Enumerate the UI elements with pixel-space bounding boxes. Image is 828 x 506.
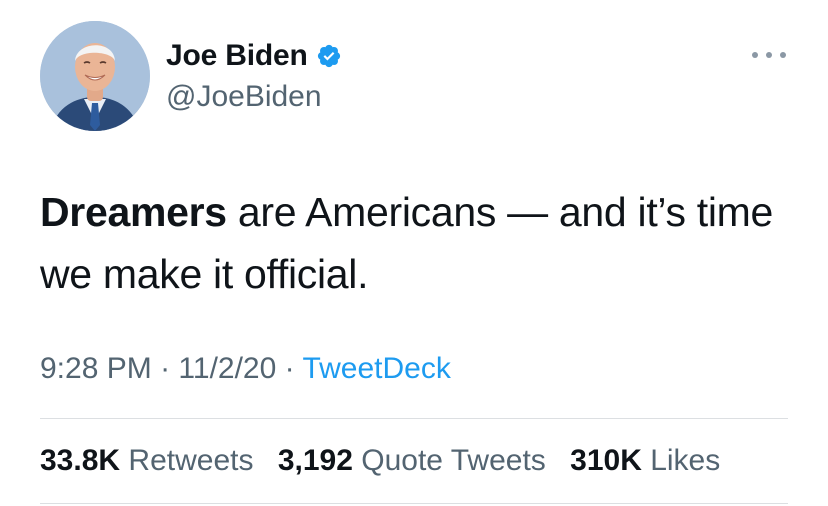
likes-stat[interactable]: 310K Likes: [570, 444, 720, 477]
likes-label: Likes: [650, 444, 721, 477]
divider: [40, 418, 788, 419]
tweet-source-link[interactable]: TweetDeck: [302, 352, 450, 385]
retweets-count: 33.8K: [40, 444, 121, 477]
verified-badge-icon: [317, 44, 340, 68]
tweet-text: Dreamers are Americans — and it’s time w…: [40, 181, 800, 305]
tweet-card: Joe Biden @JoeBiden Dreamers are America…: [0, 0, 828, 506]
divider: [40, 503, 788, 504]
more-dot: [766, 52, 772, 58]
user-handle[interactable]: @JoeBiden: [166, 80, 322, 114]
name-row: Joe Biden: [166, 36, 342, 76]
likes-count: 310K: [570, 444, 642, 477]
quote-tweets-label: Quote Tweets: [361, 444, 546, 477]
tweet-time[interactable]: 9:28 PM: [40, 352, 152, 385]
avatar[interactable]: [40, 21, 150, 131]
avatar-portrait: [40, 21, 150, 131]
tweet-meta: 9:28 PM · 11/2/20 · TweetDeck: [40, 352, 451, 386]
more-dot: [780, 52, 786, 58]
tweet-date[interactable]: 11/2/20: [178, 352, 276, 385]
display-name[interactable]: Joe Biden: [166, 39, 308, 73]
more-options-icon[interactable]: [752, 48, 786, 62]
quote-tweets-count: 3,192: [277, 444, 353, 477]
tweet-stats: 33.8K Retweets 3,192 Quote Tweets 310K L…: [40, 444, 736, 478]
retweets-stat[interactable]: 33.8K Retweets: [40, 444, 253, 477]
retweets-label: Retweets: [128, 444, 254, 477]
quote-tweets-stat[interactable]: 3,192 Quote Tweets: [278, 444, 546, 477]
meta-separator: ·: [284, 352, 295, 385]
more-dot: [752, 52, 758, 58]
tweet-text-bold: Dreamers: [40, 189, 227, 235]
meta-separator: ·: [160, 352, 171, 385]
